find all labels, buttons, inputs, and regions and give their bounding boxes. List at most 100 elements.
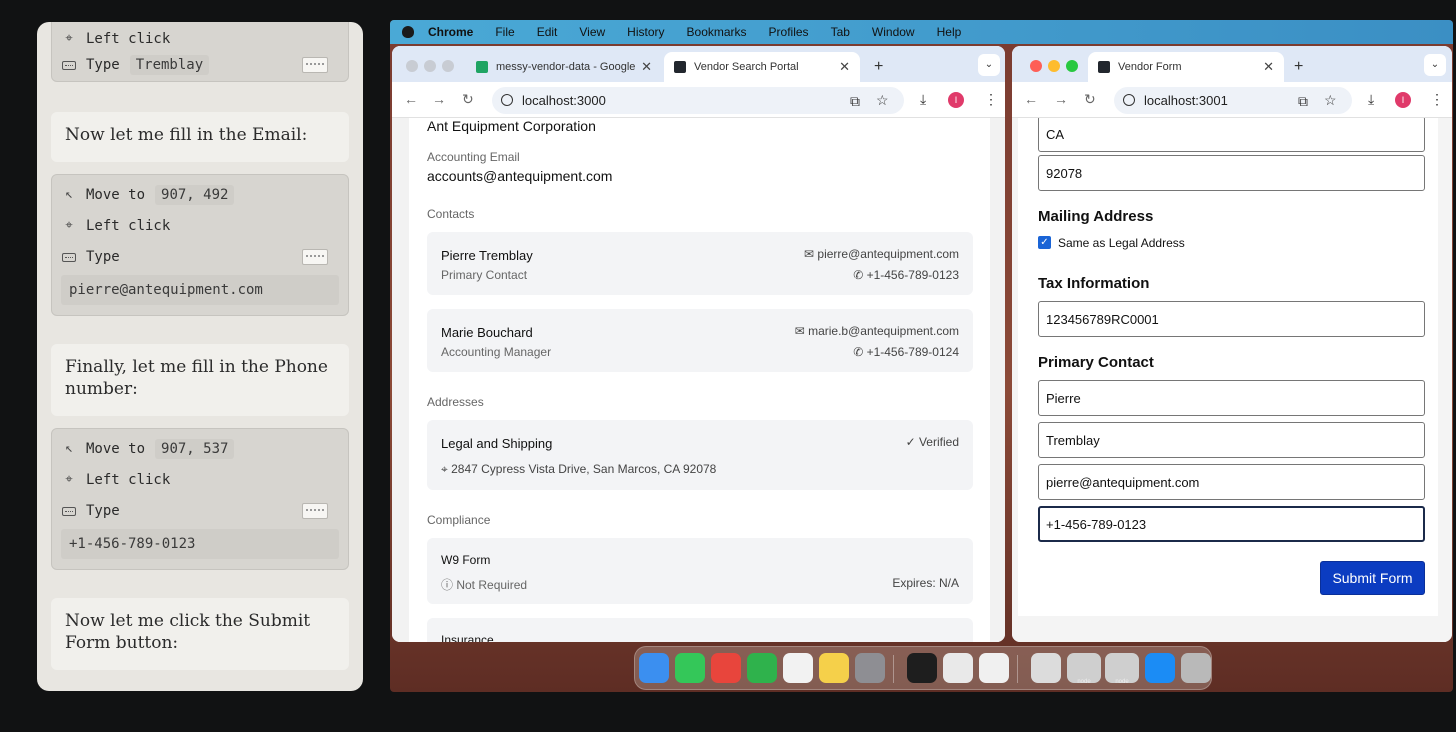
document-icon[interactable] <box>943 653 973 683</box>
same-as-legal-label[interactable]: Same as Legal Address <box>1058 236 1185 250</box>
reminders-icon[interactable] <box>783 653 813 683</box>
email-field[interactable]: pierre@antequipment.com <box>1038 464 1425 500</box>
facetime-icon[interactable] <box>747 653 777 683</box>
menu-help[interactable]: Help <box>937 25 962 39</box>
reload-icon[interactable]: ↻ <box>1084 91 1096 108</box>
zoom-window-icon[interactable] <box>1066 60 1078 72</box>
screenshot-thumbnail[interactable] <box>302 57 328 73</box>
vendor-form: CA 92078 Mailing Address ✓ Same as Legal… <box>1018 118 1438 616</box>
close-tab-icon[interactable]: ✕ <box>641 59 652 75</box>
profile-avatar[interactable]: I <box>1395 92 1411 108</box>
menu-edit[interactable]: Edit <box>537 25 558 39</box>
minimize-window-icon[interactable] <box>1048 60 1060 72</box>
terminal-icon[interactable] <box>907 653 937 683</box>
tab-vendor-form[interactable]: Vendor Form ✕ <box>1088 52 1284 82</box>
phone-field[interactable]: +1-456-789-0123 <box>1038 506 1425 542</box>
contact-card: Marie Bouchard Accounting Manager ✉ mari… <box>427 309 973 372</box>
settings-icon[interactable] <box>855 653 885 683</box>
agent-action-panel: ⌖ Left click Type Tremblay Now let me fi… <box>37 22 363 691</box>
tab-search-icon[interactable]: ⌄ <box>978 54 1000 76</box>
chrome-icon[interactable] <box>711 653 741 683</box>
address-bar[interactable]: localhost:3000 ⧉ ☆ <box>492 87 904 114</box>
menu-history[interactable]: History <box>627 25 664 39</box>
tax-id-field[interactable]: 123456789RC0001 <box>1038 301 1425 337</box>
contact-phone-text: +1-456-789-0123 <box>866 268 959 282</box>
finder-icon[interactable] <box>639 653 669 683</box>
close-tab-icon[interactable]: ✕ <box>839 59 850 75</box>
apple-icon[interactable] <box>402 26 414 38</box>
notes-icon[interactable] <box>819 653 849 683</box>
first-name-field[interactable]: Pierre <box>1038 380 1425 416</box>
screenshot-thumbnail[interactable] <box>302 503 328 519</box>
profile-avatar[interactable]: I <box>948 92 964 108</box>
bookmark-star-icon[interactable]: ☆ <box>1324 92 1337 109</box>
tab-title: Vendor Search Portal <box>694 61 799 73</box>
accounting-email-label: Accounting Email <box>427 150 520 164</box>
forward-icon[interactable]: → <box>1054 91 1068 107</box>
action-step-card: ↖ Move to 907, 537 ⌖ Left click Type +1-… <box>51 428 349 570</box>
file-icon[interactable] <box>1031 653 1061 683</box>
tab-messy-vendor-data[interactable]: messy-vendor-data - Google ✕ <box>466 52 662 82</box>
state-field[interactable]: CA <box>1038 118 1425 152</box>
address-bar[interactable]: localhost:3001 ⧉ ☆ <box>1114 87 1352 114</box>
menu-file[interactable]: File <box>495 25 514 39</box>
typed-value: pierre@antequipment.com <box>61 275 339 305</box>
alert-circle-icon: ⓘ <box>441 578 457 592</box>
app-store-icon[interactable] <box>1145 653 1175 683</box>
same-as-legal-checkbox[interactable]: ✓ <box>1038 236 1051 249</box>
menu-window[interactable]: Window <box>872 25 915 39</box>
textedit-icon[interactable] <box>979 653 1009 683</box>
close-window-icon[interactable] <box>406 60 418 72</box>
node-window-icon-2[interactable]: node <box>1105 653 1139 685</box>
tab-vendor-search-portal[interactable]: Vendor Search Portal ✕ <box>664 52 860 82</box>
last-name-field[interactable]: Tremblay <box>1038 422 1425 458</box>
trash-icon[interactable] <box>1181 653 1211 683</box>
minimize-window-icon[interactable] <box>424 60 436 72</box>
menu-profiles[interactable]: Profiles <box>769 25 809 39</box>
menu-bookmarks[interactable]: Bookmarks <box>687 25 747 39</box>
tab-strip: Vendor Form ✕ + ⌄ <box>1012 46 1452 82</box>
mailing-address-heading: Mailing Address <box>1038 208 1154 225</box>
download-icon[interactable]: ⤓ <box>1368 91 1374 108</box>
compliance-card: W9 Form ⓘ Not Required Expires: N/A <box>427 538 973 604</box>
forward-icon[interactable]: → <box>432 91 446 107</box>
assistant-message: Now let me click the Submit Form button: <box>51 598 349 670</box>
download-icon[interactable]: ⤓ <box>920 91 926 108</box>
zip-field[interactable]: 92078 <box>1038 155 1425 191</box>
back-icon[interactable]: ← <box>1024 91 1038 107</box>
back-icon[interactable]: ← <box>404 91 418 107</box>
site-info-icon[interactable] <box>1123 94 1135 106</box>
new-tab-icon[interactable]: + <box>1294 58 1303 76</box>
new-tab-icon[interactable]: + <box>874 58 883 76</box>
submit-form-button[interactable]: Submit Form <box>1320 561 1425 595</box>
more-menu-icon[interactable]: ⋮ <box>984 91 998 108</box>
more-menu-icon[interactable]: ⋮ <box>1430 91 1444 108</box>
dock: node node <box>634 646 1212 690</box>
close-tab-icon[interactable]: ✕ <box>1263 59 1274 75</box>
site-info-icon[interactable] <box>501 94 513 106</box>
compliance-status-text: Not Required <box>456 578 528 592</box>
assistant-message: Finally, let me fill in the Phone number… <box>51 344 349 416</box>
vendor-detail-page: Ant Equipment Corporation Accounting Ema… <box>409 118 990 642</box>
node-window-icon[interactable]: node <box>1067 653 1101 685</box>
action-step-card: ⌖ Left click Type Tremblay <box>51 22 349 82</box>
mail-icon: ✉ <box>794 324 809 338</box>
screenshot-thumbnail[interactable] <box>302 249 328 265</box>
page-content: CA 92078 Mailing Address ✓ Same as Legal… <box>1012 118 1452 642</box>
menu-bar: Chrome File Edit View History Bookmarks … <box>390 20 1453 44</box>
tab-search-icon[interactable]: ⌄ <box>1424 54 1446 76</box>
menu-app-name[interactable]: Chrome <box>428 25 473 39</box>
contact-name: Pierre Tremblay <box>441 248 533 263</box>
menu-tab[interactable]: Tab <box>831 25 850 39</box>
reload-icon[interactable]: ↻ <box>462 91 474 108</box>
bookmark-star-icon[interactable]: ☆ <box>876 92 889 109</box>
messages-icon[interactable] <box>675 653 705 683</box>
close-window-icon[interactable] <box>1030 60 1042 72</box>
menu-view[interactable]: View <box>579 25 605 39</box>
compliance-title: Insurance <box>441 633 494 642</box>
install-app-icon[interactable]: ⧉ <box>1298 93 1308 110</box>
action-type: Type <box>62 245 338 269</box>
zoom-window-icon[interactable] <box>442 60 454 72</box>
typed-value: Tremblay <box>129 55 210 75</box>
install-app-icon[interactable]: ⧉ <box>850 93 860 110</box>
